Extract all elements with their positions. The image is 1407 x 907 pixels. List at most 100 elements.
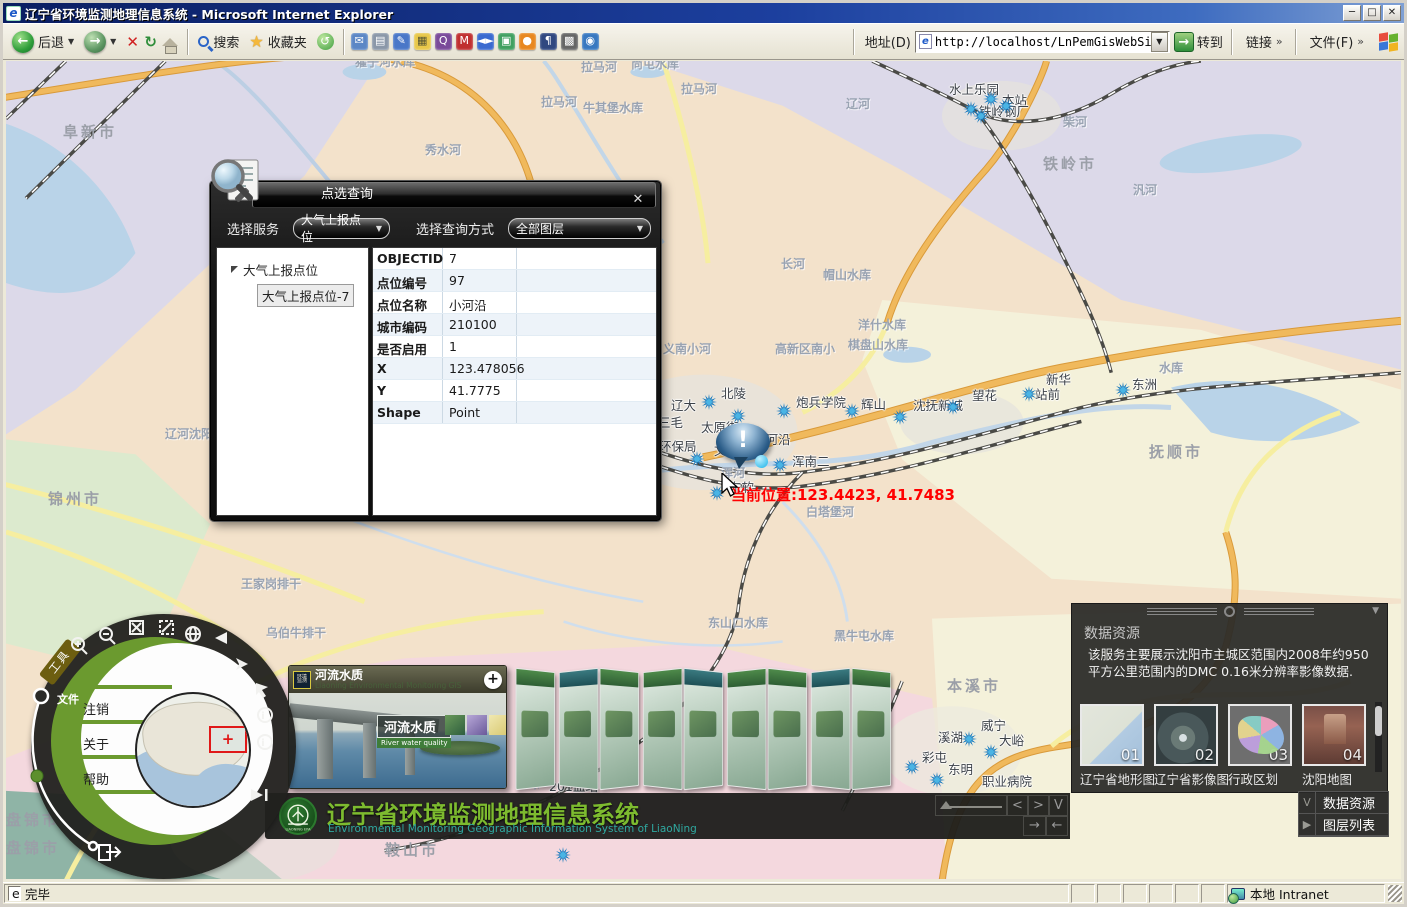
panel-collapse-button[interactable]: ▼ [1372,606,1379,616]
carousel-card[interactable] [559,668,598,790]
monitoring-point-marker[interactable] [998,98,1014,114]
monitoring-point-marker[interactable] [1021,386,1037,402]
image-icon[interactable]: ▣ [498,33,515,50]
qr-icon[interactable]: ▩ [561,33,578,50]
monitoring-point-marker[interactable] [555,847,571,863]
attribute-value-cell[interactable]: 41.7775 [443,380,517,401]
resource-item[interactable]: 01 辽宁省地形图 [1080,704,1146,788]
carousel-card[interactable] [516,668,555,790]
address-input[interactable]: e http://localhost/LnPemGisWebSite/Defau… [915,31,1170,53]
monitoring-point-marker[interactable] [709,485,725,501]
card-add-button[interactable]: + [484,671,502,689]
attribute-row[interactable]: 城市编码 210100 [373,314,656,336]
carousel-card[interactable] [852,668,891,790]
resource-thumbnail[interactable]: 03 [1228,704,1292,766]
world-icon[interactable]: ◉ [582,33,599,50]
attribute-value-cell[interactable]: 小河沿 [443,292,517,313]
resource-item[interactable]: 02 辽宁省影像图 [1154,704,1220,788]
carousel-slider[interactable] [935,795,1007,816]
attribute-value-cell[interactable]: 97 [443,270,517,291]
carousel-card[interactable] [643,668,682,790]
shift-right-button[interactable]: → [1023,816,1046,836]
attribute-name-cell[interactable]: X [373,358,443,379]
attribute-name-cell[interactable]: OBJECTID [373,248,443,269]
note-icon[interactable]: ▦ [414,33,431,50]
monitoring-point-marker[interactable] [844,403,860,419]
attribute-row[interactable]: Y 41.7775 [373,380,656,402]
monitoring-point-marker[interactable] [701,394,717,410]
carousel-main-card[interactable]: 环境 监测 河流水质 Liaoning Environmental Monito… [288,665,507,789]
tree-root-item[interactable]: 大气上报点位 [231,260,368,279]
attribute-name-cell[interactable]: Shape [373,402,443,423]
service-select[interactable]: 大气上报点位▼ [293,218,390,239]
refresh-button[interactable]: ↻ [139,31,157,53]
ball-icon[interactable]: ● [519,33,536,50]
monitoring-point-marker[interactable] [973,108,989,124]
panel-toggle-button[interactable]: ▶ 图层列表 [1299,814,1388,836]
attribute-value-cell[interactable]: 7 [443,248,517,269]
back-button[interactable]: ← 后退 ▼ [7,29,79,55]
maximize-button[interactable]: □ [1363,5,1381,21]
edit-icon[interactable]: ✎ [393,33,410,50]
links-menu[interactable]: 链接 » [1241,30,1287,53]
dialog-title-bar[interactable]: 点选查询 ✕ [252,182,656,208]
resize-grip[interactable] [1388,885,1402,902]
attribute-name-cell[interactable]: Y [373,380,443,401]
file-menu[interactable]: 文件(F) » [1305,30,1368,53]
home-button[interactable] [157,36,183,48]
favorites-button[interactable]: ★ 收藏夹 [244,30,311,53]
attribute-row[interactable]: 点位名称 小河沿 [373,292,656,314]
attribute-row[interactable]: OBJECTID 7 [373,248,656,270]
resource-thumbnail[interactable]: 02 [1154,704,1218,766]
mail-icon[interactable]: ✉ [351,33,368,50]
close-button[interactable]: ✕ [1383,5,1401,21]
attribute-name-cell[interactable]: 点位编号 [373,270,443,291]
research-icon[interactable]: ¶ [540,33,557,50]
attribute-value-cell[interactable]: Point [443,402,517,423]
monitoring-point-marker[interactable] [776,403,792,419]
resource-scrollbar[interactable] [1375,702,1382,772]
tree-child-item[interactable]: 大气上报点位-7 [257,284,354,307]
monitoring-point-marker[interactable] [689,451,705,467]
stop-button[interactable]: ✕ [121,31,139,53]
search-button[interactable]: 搜索 [193,30,244,53]
monitoring-point-marker[interactable] [983,91,999,107]
monitoring-point-marker[interactable] [945,399,961,415]
selected-point-balloon-icon[interactable]: ! [716,423,770,461]
attribute-value-cell[interactable]: 210100 [443,314,517,335]
attribute-value-cell[interactable]: 123.478056 [443,358,517,379]
attribute-name-cell[interactable]: 点位名称 [373,292,443,313]
monitoring-point-marker[interactable] [892,409,908,425]
panel-toggle-button[interactable]: V 数据资源 [1299,792,1388,814]
carousel-card[interactable] [684,668,723,790]
carousel-card[interactable] [768,668,807,790]
attribute-name-cell[interactable]: 是否启用 [373,336,443,357]
resource-item[interactable]: 03 行政区划 [1228,704,1294,788]
attribute-row[interactable]: 是否启用 1 [373,336,656,358]
attribute-row[interactable]: X 123.478056 [373,358,656,380]
print-icon[interactable]: ▤ [372,33,389,50]
messenger-icon[interactable]: Q [435,33,452,50]
forward-dropdown-icon[interactable]: ▼ [110,37,116,46]
attribute-row[interactable]: Shape Point [373,402,656,424]
panel-drag-handle[interactable]: ▼ [1072,604,1387,619]
toggle-key[interactable]: V [1299,792,1316,813]
tree-expander-icon[interactable] [231,266,238,273]
back-dropdown-icon[interactable]: ▼ [68,37,74,46]
attribute-value-cell[interactable]: 1 [443,336,517,357]
carousel-collapse-button[interactable]: V [1049,795,1068,816]
monitoring-point-marker[interactable] [730,408,746,424]
monitoring-point-marker[interactable] [772,457,788,473]
history-button[interactable]: ↺ [312,31,339,52]
carousel-next-button[interactable]: > [1028,795,1049,816]
go-button[interactable]: → 转到 [1174,32,1223,52]
minimize-button[interactable]: ─ [1343,5,1361,21]
monitoring-point-marker[interactable] [961,731,977,747]
resource-item[interactable]: 04 沈阳地图 [1302,704,1368,788]
carousel-card[interactable] [727,668,766,790]
media-icon[interactable]: ◄► [477,33,494,50]
resource-thumbnail[interactable]: 01 [1080,704,1144,766]
carousel-card[interactable] [811,668,850,790]
forward-button[interactable]: → ▼ [79,29,121,55]
query-mode-select[interactable]: 全部图层▼ [508,218,651,239]
